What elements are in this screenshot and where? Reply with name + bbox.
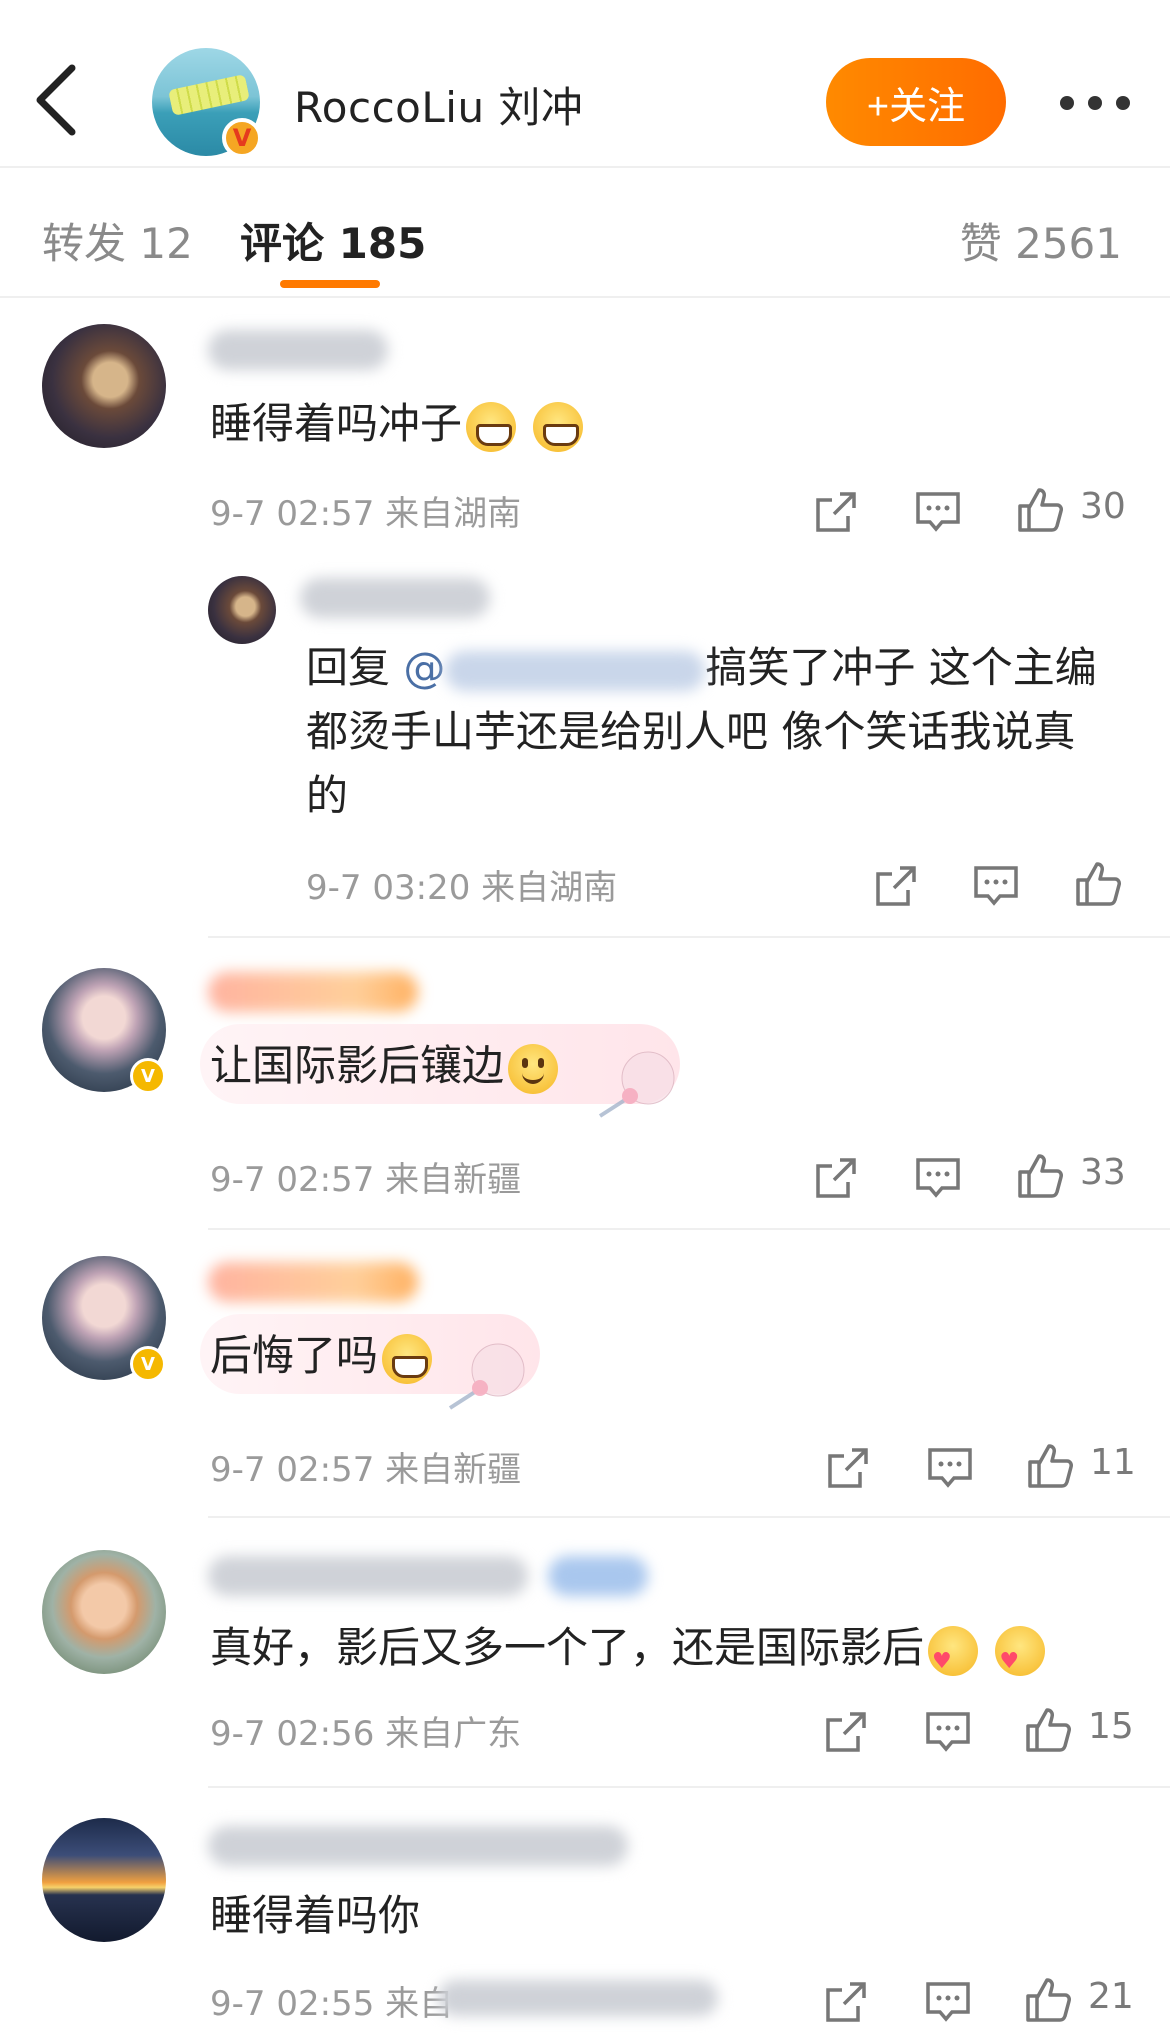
dot	[1116, 96, 1130, 110]
comment-icon[interactable]	[914, 488, 962, 536]
divider	[208, 1516, 1170, 1518]
blurred-username[interactable]	[208, 972, 418, 1012]
more-dots-icon[interactable]	[1060, 96, 1130, 112]
comment-location: 来自广东	[385, 1714, 522, 1754]
comment-meta: 9-7 02:55 来自	[210, 1976, 453, 2025]
comment-time: 9-7 02:56	[210, 1714, 375, 1754]
reply-text-line1: 回复 @ 搞笑了冲子 这个主编	[306, 636, 1097, 700]
like-count: 33	[1080, 1152, 1126, 1193]
avatar-image	[168, 74, 250, 116]
like-count: 11	[1090, 1442, 1136, 1483]
avatar[interactable]	[42, 324, 166, 448]
comment-body: 让国际影后镶边	[210, 1041, 505, 1090]
grin-emoji-icon	[533, 401, 584, 452]
comment-body: 真好，影后又多一个了，还是国际影后	[210, 1623, 925, 1672]
reply-location: 来自湖南	[481, 868, 618, 908]
dot	[1088, 96, 1102, 110]
comment-body: 睡得着吗冲子	[210, 399, 463, 448]
blurred-username[interactable]	[208, 1556, 528, 1596]
comment-location: 来自新疆	[385, 1160, 522, 1200]
comment-icon[interactable]	[914, 1154, 962, 1202]
comment-meta: 9-7 02:57 来自新疆	[210, 1442, 521, 1491]
blurred-username[interactable]	[208, 1826, 628, 1866]
share-icon[interactable]	[822, 1708, 870, 1756]
comment-text: 睡得着吗你	[210, 1884, 420, 1948]
comment-icon[interactable]	[924, 1708, 972, 1756]
active-tab-indicator	[280, 280, 380, 288]
comment-icon[interactable]	[972, 862, 1020, 910]
comment-meta: 9-7 02:57 来自湖南	[210, 486, 521, 535]
comment-text: 睡得着吗冲子	[210, 392, 584, 456]
divider	[208, 1228, 1170, 1230]
bubble-ornament-icon	[448, 1343, 525, 1410]
comment-time: 9-7 02:57	[210, 1450, 375, 1490]
bubble-ornament-icon	[598, 1051, 675, 1118]
reply-body-line1: 搞笑了冲子 这个主编	[705, 643, 1097, 692]
divider	[208, 936, 1170, 938]
reply-mention[interactable]: @	[403, 643, 445, 692]
love-emoji-icon	[995, 1625, 1046, 1694]
back-arrow-icon[interactable]	[28, 62, 88, 138]
verified-badge: V	[130, 1346, 166, 1382]
share-icon[interactable]	[824, 1444, 872, 1492]
comment-meta: 9-7 02:56 来自广东	[210, 1706, 521, 1755]
thumbs-up-icon[interactable]	[1024, 1976, 1072, 2024]
reply-time: 9-7 03:20	[306, 868, 471, 908]
verified-badge: V	[130, 1058, 166, 1094]
blurred-reply-username[interactable]	[300, 578, 490, 618]
comment-time: 9-7 02:57	[210, 1160, 375, 1200]
username[interactable]: RoccoLiu 刘冲	[294, 74, 583, 135]
thumbs-up-icon[interactable]	[1016, 486, 1064, 534]
comment-body: 睡得着吗你	[210, 1891, 421, 1940]
avatar[interactable]	[42, 1818, 166, 1942]
comment-meta: 9-7 02:57 来自新疆	[210, 1152, 521, 1201]
divider	[208, 1786, 1170, 1788]
comment-body: 后悔了吗	[210, 1331, 379, 1380]
comment-text: 后悔了吗	[210, 1324, 433, 1388]
share-icon[interactable]	[812, 488, 860, 536]
reply-prefix: 回复	[306, 643, 391, 692]
blurred-mention	[445, 650, 706, 691]
blurred-location	[438, 1980, 718, 2016]
verified-badge: V	[222, 118, 262, 158]
reply-meta: 9-7 03:20 来自湖南	[306, 860, 617, 909]
tab-likes[interactable]: 赞 2561	[960, 210, 1122, 271]
blurred-username[interactable]	[208, 1262, 418, 1302]
blurred-username[interactable]	[208, 330, 388, 370]
share-icon[interactable]	[822, 1978, 870, 2026]
comment-time: 9-7 02:57	[210, 494, 375, 534]
grin-emoji-icon	[466, 401, 517, 452]
tab-repost[interactable]: 转发 12	[42, 210, 193, 271]
share-icon[interactable]	[872, 862, 920, 910]
top-bar: V RoccoLiu 刘冲 +关注	[0, 0, 1170, 168]
tab-bar: 转发 12 评论 185 赞 2561	[0, 170, 1170, 298]
avatar[interactable]	[42, 1550, 166, 1674]
dot	[1060, 96, 1074, 110]
reply-body-line3: 的	[306, 771, 349, 820]
comment-icon[interactable]	[924, 1978, 972, 2026]
comment-time: 9-7 02:55	[210, 1984, 375, 2024]
comment-text: 让国际影后镶边	[210, 1034, 559, 1098]
share-icon[interactable]	[812, 1154, 860, 1202]
grin-emoji-icon	[382, 1333, 433, 1384]
thumbs-up-icon[interactable]	[1026, 1442, 1074, 1490]
like-count: 21	[1088, 1976, 1134, 2017]
comment-text: 真好，影后又多一个了，还是国际影后	[210, 1616, 1046, 1694]
love-emoji-icon	[928, 1625, 979, 1694]
reply-avatar[interactable]	[208, 576, 276, 644]
thumbs-up-icon[interactable]	[1074, 860, 1122, 908]
comment-location: 来自新疆	[385, 1450, 522, 1490]
like-count: 15	[1088, 1706, 1134, 1747]
comment-location: 来自湖南	[385, 494, 522, 534]
comment-icon[interactable]	[926, 1444, 974, 1492]
reply-body-line2: 都烫手山芋还是给别人吧 像个笑话我说真	[306, 707, 1076, 756]
thumbs-up-icon[interactable]	[1016, 1152, 1064, 1200]
blurred-badge	[548, 1556, 648, 1596]
like-count: 30	[1080, 486, 1126, 527]
thumbs-up-icon[interactable]	[1024, 1706, 1072, 1754]
follow-button[interactable]: +关注	[826, 58, 1006, 146]
smile-emoji-icon	[508, 1043, 559, 1094]
tab-comments[interactable]: 评论 185	[240, 210, 426, 271]
